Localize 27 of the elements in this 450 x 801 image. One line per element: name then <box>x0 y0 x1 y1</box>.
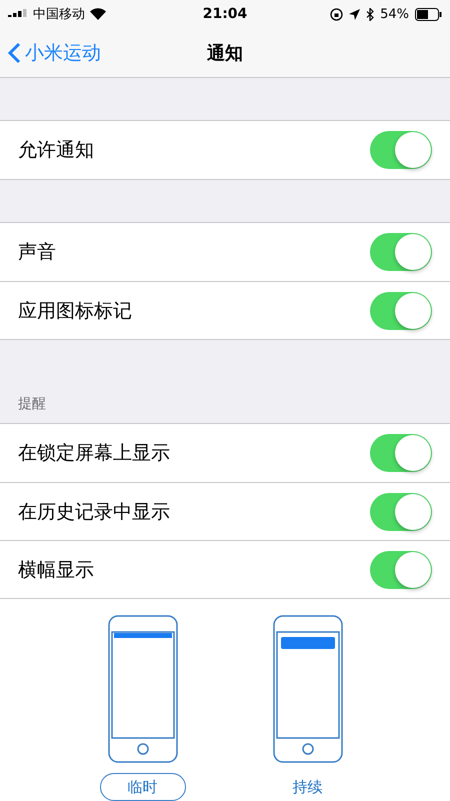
orientation-lock-icon <box>330 8 344 20</box>
toggle-switch[interactable] <box>370 434 432 472</box>
location-icon <box>349 8 360 20</box>
toggle-switch[interactable] <box>370 550 432 588</box>
bluetooth-icon <box>366 8 374 20</box>
toggle-switch[interactable] <box>370 292 432 330</box>
setting-label: 在历史记录中显示 <box>18 500 170 524</box>
clock-time: 21:04 <box>202 6 248 22</box>
carrier-name: 中国移动 <box>33 6 85 23</box>
setting-label: 应用图标标记 <box>18 298 132 324</box>
setting-label: 允许通知 <box>18 138 94 163</box>
banner-style-option[interactable]: 临时 <box>100 773 186 801</box>
setting-label: 在锁定屏幕上显示 <box>18 441 170 466</box>
signal-icon <box>8 9 28 19</box>
toggle-switch[interactable] <box>370 131 432 169</box>
back-button[interactable]: 小米运动 <box>8 40 101 66</box>
setting-label: 声音 <box>18 240 56 265</box>
page-title: 通知 <box>207 42 243 64</box>
chevron-left-icon <box>8 42 21 64</box>
section-header: 提醒 <box>18 395 46 413</box>
wifi-icon <box>90 8 106 20</box>
setting-label: 横幅显示 <box>18 558 94 582</box>
toggle-switch[interactable] <box>370 233 432 271</box>
toggle-switch[interactable] <box>370 492 432 530</box>
back-label[interactable]: 小米运动 <box>25 40 101 66</box>
battery-percent: 54% <box>380 6 410 22</box>
battery-icon <box>415 8 442 20</box>
